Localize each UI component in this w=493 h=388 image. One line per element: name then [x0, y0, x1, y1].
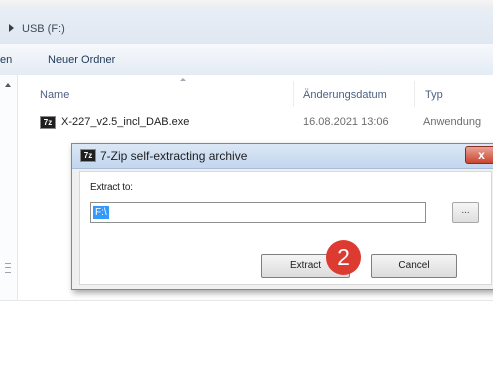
- window-top-strip: [0, 0, 493, 9]
- column-name[interactable]: Name: [40, 89, 69, 101]
- extract-path-value[interactable]: F:\: [93, 206, 109, 219]
- browse-button[interactable]: ...: [452, 202, 479, 223]
- toolbar-item-partial[interactable]: en: [0, 54, 12, 66]
- column-header: Name Änderungsdatum Typ: [18, 75, 493, 109]
- extract-path-input[interactable]: F:\: [90, 202, 426, 223]
- dialog-title: 7-Zip self-extracting archive: [100, 149, 248, 163]
- column-separator[interactable]: [414, 81, 415, 107]
- sevenzip-file-icon: 7z: [40, 116, 56, 129]
- column-date[interactable]: Änderungsdatum: [303, 89, 387, 101]
- file-type: Anwendung: [423, 116, 482, 128]
- breadcrumb-path[interactable]: USB (F:): [22, 23, 65, 35]
- file-date: 16.08.2021 13:06: [303, 116, 389, 128]
- sort-caret-icon: [180, 78, 186, 81]
- step-marker-badge: 2: [326, 240, 361, 275]
- splitter-grip-icon[interactable]: [5, 263, 11, 273]
- sevenzip-dialog: 7z 7-Zip self-extracting archive x Extra…: [71, 143, 493, 290]
- cancel-button[interactable]: Cancel: [371, 254, 457, 278]
- dialog-titlebar[interactable]: 7z 7-Zip self-extracting archive x: [72, 144, 493, 169]
- dialog-body: Extract to: F:\ ... Extract Cancel: [79, 171, 492, 285]
- extract-to-label: Extract to:: [90, 182, 133, 193]
- breadcrumb-arrow-icon[interactable]: [9, 24, 14, 32]
- new-folder-button[interactable]: Neuer Ordner: [48, 54, 115, 66]
- column-separator[interactable]: [293, 81, 294, 107]
- navigation-pane: [0, 75, 18, 300]
- sevenzip-app-icon: 7z: [80, 149, 96, 162]
- address-bar[interactable]: USB (F:): [0, 9, 493, 45]
- scroll-up-icon[interactable]: [5, 83, 11, 87]
- file-row[interactable]: 7z X-227_v2.5_incl_DAB.exe 16.08.2021 13…: [18, 112, 493, 134]
- column-type[interactable]: Typ: [425, 89, 443, 101]
- explorer-toolbar: en Neuer Ordner: [0, 44, 493, 76]
- file-name: X-227_v2.5_incl_DAB.exe: [61, 116, 190, 128]
- close-button[interactable]: x: [465, 146, 493, 164]
